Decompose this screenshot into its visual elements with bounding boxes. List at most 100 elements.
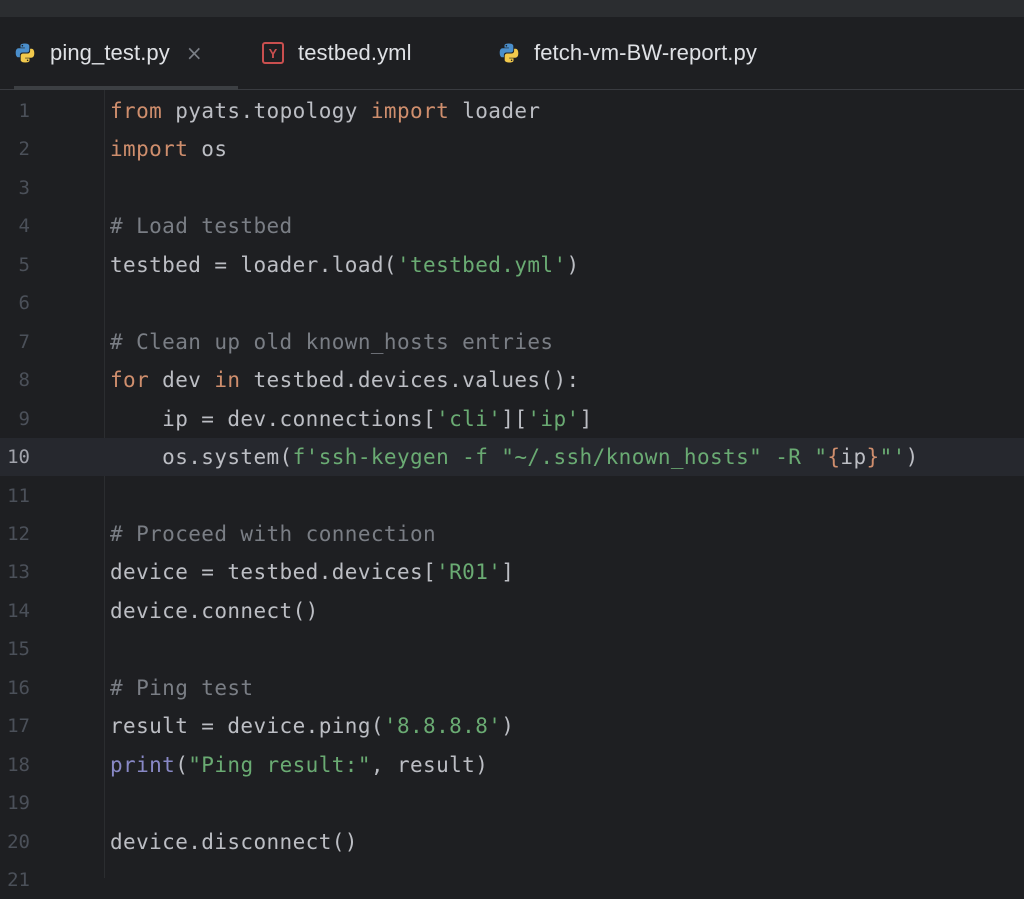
line-number: 3 <box>18 176 30 199</box>
code-token: ip <box>840 445 867 470</box>
line-number: 9 <box>18 407 30 430</box>
code-token: # Proceed with connection <box>110 521 437 546</box>
code-line[interactable]: 1 from pyats.topology import loader <box>0 92 1024 130</box>
line-number: 2 <box>18 138 30 161</box>
line-number: 19 <box>7 792 30 815</box>
code-line[interactable]: 4 # Load testbed <box>0 207 1024 245</box>
code-text: ip = dev.connections['cli']['ip'] <box>110 407 593 431</box>
code-line[interactable]: 15 <box>0 630 1024 668</box>
code-token: ][ <box>501 406 528 431</box>
code-editor[interactable]: 1 from pyats.topology import loader 2 impor… <box>0 90 1024 891</box>
line-number: 13 <box>7 561 30 584</box>
python-icon <box>14 42 36 64</box>
code-line[interactable]: 6 <box>0 284 1024 322</box>
code-line[interactable]: 10 os.system(f'ssh-keygen -f "~/.ssh/kno… <box>0 438 1024 477</box>
code-line[interactable]: 16 # Ping test <box>0 669 1024 707</box>
code-token: , result) <box>370 752 489 777</box>
code-token: ] <box>501 560 515 585</box>
code-line[interactable]: 21 <box>0 861 1024 899</box>
code-line[interactable]: 19 <box>0 784 1024 822</box>
code-token: f'ssh-keygen -f "~/.ssh/known_hosts" -R … <box>292 445 828 470</box>
code-token: 'ip' <box>527 406 580 431</box>
tab-label: ping_test.py <box>50 40 170 65</box>
code-text: print("Ping result:", result) <box>110 753 488 777</box>
code-token: device.connect() <box>110 598 319 623</box>
editor-tab-bar: ping_test.py × Y testbed.yml fetch-vm-BW… <box>0 17 1024 90</box>
code-token: # Load testbed <box>110 214 293 239</box>
code-token: 'R01' <box>436 560 502 585</box>
line-number: 18 <box>7 753 30 776</box>
code-text: # Clean up old known_hosts entries <box>110 330 553 354</box>
code-text: testbed = loader.load('testbed.yml') <box>110 253 580 277</box>
code-token: for <box>110 368 150 393</box>
code-token: { <box>827 445 841 470</box>
code-token: ) <box>501 714 515 739</box>
line-number: 21 <box>7 869 30 891</box>
code-token: ) <box>905 445 919 470</box>
code-token: result = device.ping( <box>110 714 384 739</box>
code-text: # Ping test <box>110 676 253 700</box>
code-token: ( <box>175 752 189 777</box>
tab-ping-test-py[interactable]: ping_test.py × <box>14 17 238 90</box>
code-line[interactable]: 2 import os <box>0 130 1024 168</box>
code-token: import <box>370 99 450 123</box>
code-line[interactable]: 8 for dev in testbed.devices.values(): <box>0 361 1024 399</box>
code-token: "' <box>879 445 906 470</box>
close-icon[interactable]: × <box>186 43 203 63</box>
code-text: import os <box>110 137 227 161</box>
python-icon <box>498 42 520 64</box>
code-line[interactable]: 9 ip = dev.connections['cli']['ip'] <box>0 400 1024 438</box>
code-line[interactable]: 13 device = testbed.devices['R01'] <box>0 553 1024 591</box>
line-number: 4 <box>18 215 30 238</box>
code-token: ip = dev.connections[ <box>110 406 437 431</box>
code-text: device.disconnect() <box>110 830 358 854</box>
code-token: dev <box>149 368 215 393</box>
code-text: device = testbed.devices['R01'] <box>110 560 514 584</box>
code-line[interactable]: 7 # Clean up old known_hosts entries <box>0 323 1024 361</box>
line-number: 15 <box>7 638 30 661</box>
line-number: 1 <box>18 100 30 122</box>
code-token: '8.8.8.8' <box>383 714 502 739</box>
code-token: 'testbed.yml' <box>396 252 567 277</box>
code-token: os.system( <box>110 445 293 470</box>
line-number: 17 <box>7 715 30 738</box>
yaml-icon: Y <box>262 42 284 64</box>
line-number: 12 <box>7 522 30 545</box>
line-number: 20 <box>7 830 30 853</box>
tab-label: fetch-vm-BW-report.py <box>534 40 757 65</box>
code-token: from <box>110 99 163 123</box>
code-line[interactable]: 14 device.connect() <box>0 592 1024 630</box>
code-text: result = device.ping('8.8.8.8') <box>110 714 514 738</box>
code-line[interactable]: 5 testbed = loader.load('testbed.yml') <box>0 246 1024 284</box>
code-text: # Proceed with connection <box>110 522 436 546</box>
code-token: loader <box>449 99 541 123</box>
code-line[interactable]: 18 print("Ping result:", result) <box>0 746 1024 784</box>
code-token: # Clean up old known_hosts entries <box>110 329 554 354</box>
line-number: 8 <box>18 369 30 392</box>
code-token: os <box>188 137 228 162</box>
tab-testbed-yml[interactable]: Y testbed.yml <box>262 17 462 89</box>
tab-fetch-vm-bw-report-py[interactable]: fetch-vm-BW-report.py <box>498 17 818 89</box>
code-text: os.system(f'ssh-keygen -f "~/.ssh/known_… <box>110 445 919 469</box>
code-token: 'cli' <box>436 406 502 431</box>
code-token: # Ping test <box>110 675 254 700</box>
line-number: 6 <box>18 292 30 315</box>
line-number: 5 <box>18 253 30 276</box>
code-token: import <box>110 137 189 162</box>
code-token: } <box>866 445 880 470</box>
code-token: testbed = loader.load( <box>110 252 397 277</box>
tab-label: testbed.yml <box>298 40 412 65</box>
code-line[interactable]: 12 # Proceed with connection <box>0 515 1024 553</box>
line-number: 14 <box>7 599 30 622</box>
code-token: "Ping result:" <box>188 752 371 777</box>
line-number: 7 <box>18 330 30 353</box>
code-line[interactable]: 20 device.disconnect() <box>0 823 1024 861</box>
code-line[interactable]: 3 <box>0 169 1024 207</box>
code-token: testbed.devices.values(): <box>240 368 580 393</box>
code-text: # Load testbed <box>110 214 293 238</box>
line-number: 11 <box>7 484 30 507</box>
code-token: in <box>214 368 241 393</box>
code-line[interactable]: 17 result = device.ping('8.8.8.8') <box>0 707 1024 745</box>
code-token: ) <box>566 252 580 277</box>
code-line[interactable]: 11 <box>0 477 1024 515</box>
